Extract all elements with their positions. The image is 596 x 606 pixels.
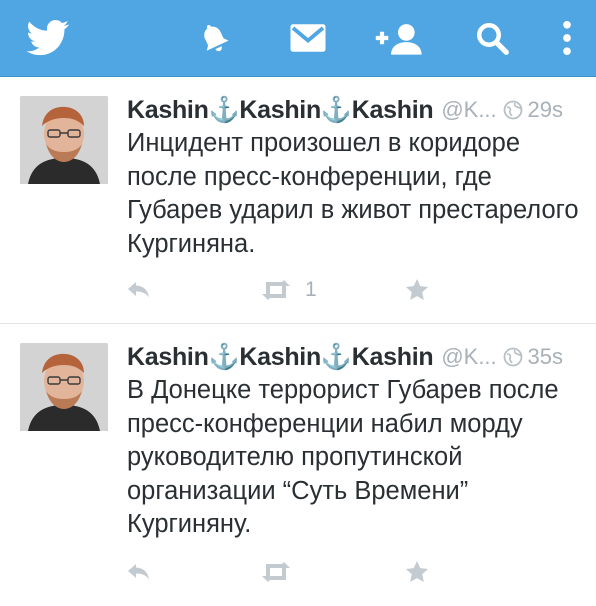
timestamp: 29s bbox=[503, 97, 563, 123]
reply-icon[interactable] bbox=[125, 275, 153, 305]
timestamp-text: 29s bbox=[527, 97, 563, 122]
twitter-bird-icon[interactable] bbox=[20, 0, 76, 76]
timestamp: 35s bbox=[503, 344, 563, 370]
bell-icon[interactable] bbox=[192, 0, 236, 76]
envelope-icon[interactable] bbox=[286, 0, 330, 76]
author-name[interactable]: Kashin⚓Kashin⚓Kashin bbox=[127, 96, 434, 125]
tweet-header: Kashin⚓Kashin⚓Kashin @K... 29s bbox=[127, 93, 579, 127]
retweet-button[interactable]: 1 bbox=[259, 275, 317, 305]
globe-icon bbox=[503, 347, 522, 367]
favorite-icon[interactable] bbox=[404, 275, 430, 305]
tweet-header: Kashin⚓Kashin⚓Kashin @K... 35s bbox=[127, 340, 579, 374]
reply-icon[interactable] bbox=[125, 557, 153, 587]
tweet[interactable]: Kashin⚓Kashin⚓Kashin @K... 29s Инцидент … bbox=[0, 77, 596, 324]
timeline: Kashin⚓Kashin⚓Kashin @K... 29s Инцидент … bbox=[0, 77, 596, 606]
tweet-text: Инцидент произошел в коридоре после прес… bbox=[127, 129, 579, 258]
timestamp-text: 35s bbox=[527, 344, 563, 369]
overflow-menu-icon[interactable] bbox=[552, 0, 582, 76]
search-icon[interactable] bbox=[470, 0, 514, 76]
retweet-icon bbox=[262, 562, 290, 582]
avatar[interactable] bbox=[20, 343, 108, 431]
tweet[interactable]: Kashin⚓Kashin⚓Kashin @K... 35s В Донецке… bbox=[0, 324, 596, 606]
top-navigation-bar bbox=[0, 0, 596, 77]
add-user-icon[interactable] bbox=[370, 0, 426, 76]
author-handle[interactable]: @K... bbox=[441, 344, 496, 370]
globe-icon bbox=[503, 100, 522, 120]
retweet-count: 1 bbox=[305, 278, 317, 301]
tweet-actions: 1 bbox=[125, 275, 445, 305]
retweet-button[interactable] bbox=[259, 557, 305, 587]
favorite-icon[interactable] bbox=[404, 557, 430, 587]
author-handle[interactable]: @K... bbox=[441, 97, 496, 123]
author-name[interactable]: Kashin⚓Kashin⚓Kashin bbox=[127, 343, 434, 372]
avatar[interactable] bbox=[20, 96, 108, 184]
tweet-text: В Донецке террорист Губарев после пресс-… bbox=[127, 376, 559, 538]
tweet-actions bbox=[125, 557, 445, 587]
retweet-icon bbox=[262, 280, 290, 300]
